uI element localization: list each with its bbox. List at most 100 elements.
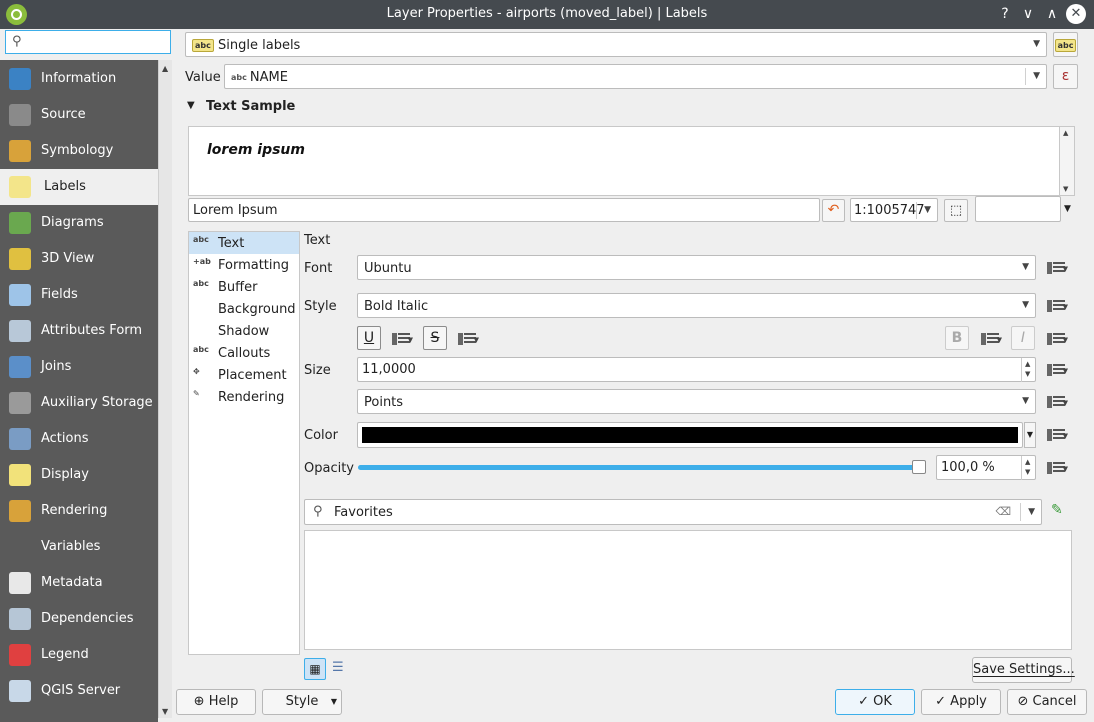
sidebar-item-metadata[interactable]: Metadata xyxy=(0,565,158,601)
underline-button[interactable]: U xyxy=(357,326,381,350)
scroll-up-icon[interactable]: ▲ xyxy=(1063,129,1068,137)
scroll-up-icon[interactable]: ▲ xyxy=(162,64,168,73)
sample-scrollbar[interactable]: ▲ ▼ xyxy=(1060,126,1075,196)
sidebar-item-dependencies[interactable]: Dependencies xyxy=(0,601,158,637)
favorites-style-search[interactable]: ⚲ Favorites ⌫ ▼ xyxy=(304,499,1042,525)
combo-separator xyxy=(1025,68,1026,85)
strikeout-data-defined-button[interactable]: ▼ xyxy=(456,328,480,350)
value-field: NAME xyxy=(249,70,288,85)
size-data-defined-button[interactable]: ▼ xyxy=(1045,359,1069,381)
size-spinbox[interactable]: 11,0000 ▲ ▼ xyxy=(357,357,1036,382)
chevron-down-icon: ▼ xyxy=(924,205,931,215)
chevron-down-icon: ▼ xyxy=(1022,396,1029,406)
strikeout-button[interactable]: S xyxy=(423,326,447,350)
opacity-slider-track[interactable] xyxy=(358,465,920,470)
expression-button[interactable]: ε xyxy=(1053,64,1078,89)
opacity-slider-handle[interactable] xyxy=(912,460,926,474)
sample-text-input[interactable]: Lorem Ipsum xyxy=(188,198,820,222)
tab-background[interactable]: Background xyxy=(189,298,299,320)
icon-view-button[interactable]: ▦ xyxy=(304,658,326,680)
style-manager-icon[interactable]: ✎ xyxy=(1051,502,1063,518)
opacity-data-defined-button[interactable]: ▼ xyxy=(1045,457,1069,479)
label-mode-combo[interactable]: abc Single labels ▼ xyxy=(185,32,1047,57)
font-combo[interactable]: Ubuntu ▼ xyxy=(357,255,1036,280)
tab-shadow[interactable]: Shadow xyxy=(189,320,299,342)
tab-text[interactable]: abc Text xyxy=(189,232,299,254)
maximize-button[interactable]: ∧ xyxy=(1042,4,1062,24)
italic-data-defined-button[interactable]: ▼ xyxy=(1045,328,1069,350)
cancel-button[interactable]: ⊘ Cancel xyxy=(1007,689,1087,715)
help-button[interactable]: ⊕ Help xyxy=(176,689,256,715)
bold-data-defined-button[interactable]: ▼ xyxy=(979,328,1003,350)
sidebar-item-actions[interactable]: Actions xyxy=(0,421,158,457)
close-button[interactable]: ✕ xyxy=(1066,4,1086,24)
sidebar-search-input[interactable]: ⚲ xyxy=(5,30,171,54)
italic-button[interactable]: I xyxy=(1011,326,1035,350)
tab-rendering[interactable]: ✎ Rendering xyxy=(189,386,299,408)
reset-sample-button[interactable]: ↶ xyxy=(822,199,845,222)
bold-button[interactable]: B xyxy=(945,326,969,350)
sidebar-item-source[interactable]: Source xyxy=(0,97,158,133)
list-view-icon[interactable]: ☰ xyxy=(332,660,344,675)
font-label: Font xyxy=(304,261,333,276)
collapse-triangle-icon[interactable]: ▼ xyxy=(187,100,195,111)
scale-combo[interactable]: 1:1005747 ▼ xyxy=(850,198,938,222)
sidebar-item-joins[interactable]: Joins xyxy=(0,349,158,385)
sidebar-item-attributes-form[interactable]: Attributes Form xyxy=(0,313,158,349)
tab-buffer[interactable]: abc Buffer xyxy=(189,276,299,298)
unit-data-defined-button[interactable]: ▼ xyxy=(1045,391,1069,413)
underline-data-defined-button[interactable]: ▼ xyxy=(390,328,414,350)
chevron-down-icon[interactable]: ▼ xyxy=(1028,507,1035,517)
help-window-button[interactable]: ? xyxy=(995,4,1015,24)
size-unit-combo[interactable]: Points ▼ xyxy=(357,389,1036,414)
sidebar-item-display[interactable]: Display xyxy=(0,457,158,493)
background-color-swatch[interactable] xyxy=(975,196,1061,222)
sidebar-item-rendering[interactable]: Rendering xyxy=(0,493,158,529)
sidebar-item-3d-view[interactable]: 3D View xyxy=(0,241,158,277)
value-field-combo[interactable]: abc NAME ▼ xyxy=(224,64,1047,89)
color-button[interactable] xyxy=(357,422,1023,448)
clear-search-icon[interactable]: ⌫ xyxy=(995,505,1011,518)
style-combo[interactable]: Bold Italic ▼ xyxy=(357,293,1036,318)
sidebar-item-fields[interactable]: Fields xyxy=(0,277,158,313)
text-sample-header[interactable]: Text Sample xyxy=(206,99,295,114)
style-preview-list[interactable] xyxy=(304,530,1072,650)
apply-button[interactable]: ✓ Apply xyxy=(921,689,1001,715)
sidebar-item-labels[interactable]: Labels xyxy=(0,169,158,205)
sidebar-item-information[interactable]: Information xyxy=(0,61,158,97)
sidebar-item-symbology[interactable]: Symbology xyxy=(0,133,158,169)
sample-text-value: Lorem Ipsum xyxy=(193,203,278,218)
tab-placement[interactable]: ✥ Placement xyxy=(189,364,299,386)
sidebar-item-diagrams[interactable]: Diagrams xyxy=(0,205,158,241)
opacity-spin-arrows[interactable]: ▲ ▼ xyxy=(1021,456,1035,480)
display-icon xyxy=(9,464,31,486)
sidebar-item-auxiliary-storage[interactable]: Auxiliary Storage xyxy=(0,385,158,421)
opacity-spinbox[interactable]: 100,0 % ▲ ▼ xyxy=(936,455,1036,480)
scroll-down-icon[interactable]: ▼ xyxy=(162,707,168,716)
minimize-button[interactable]: ∨ xyxy=(1018,4,1038,24)
save-settings-button[interactable]: Save Settings... xyxy=(972,657,1075,683)
variables-icon xyxy=(9,536,31,558)
sidebar-item-variables[interactable]: Variables xyxy=(0,529,158,565)
style-data-defined-button[interactable]: ▼ xyxy=(1045,295,1069,317)
sidebar-scrollbar[interactable]: ▲ ▼ xyxy=(158,60,172,718)
font-value: Ubuntu xyxy=(364,261,412,276)
color-menu-arrow[interactable]: ▼ xyxy=(1024,422,1036,448)
ok-button[interactable]: ✓ OK xyxy=(835,689,915,715)
tab-callouts[interactable]: abc Callouts xyxy=(189,342,299,364)
font-data-defined-button[interactable]: ▼ xyxy=(1045,257,1069,279)
sidebar-item-legend[interactable]: Legend xyxy=(0,637,158,673)
scroll-down-icon[interactable]: ▼ xyxy=(1063,185,1068,193)
grid-icon: ▦ xyxy=(309,662,321,676)
size-spin-arrows[interactable]: ▲ ▼ xyxy=(1021,358,1035,382)
style-menu-button[interactable]: Style ▼ xyxy=(262,689,342,715)
tab-formatting[interactable]: +ab Formatting xyxy=(189,254,299,276)
labels-icon xyxy=(9,176,31,198)
label-rules-button[interactable]: abc xyxy=(1053,32,1078,57)
help-label: Help xyxy=(208,694,239,709)
sidebar-item-qgis-server[interactable]: QGIS Server xyxy=(0,673,158,709)
sidebar-item-label: Legend xyxy=(41,647,89,662)
scale-from-canvas-button[interactable]: ⬚ xyxy=(944,199,968,222)
color-data-defined-button[interactable]: ▼ xyxy=(1045,424,1069,446)
chevron-down-icon[interactable]: ▼ xyxy=(1064,204,1071,214)
